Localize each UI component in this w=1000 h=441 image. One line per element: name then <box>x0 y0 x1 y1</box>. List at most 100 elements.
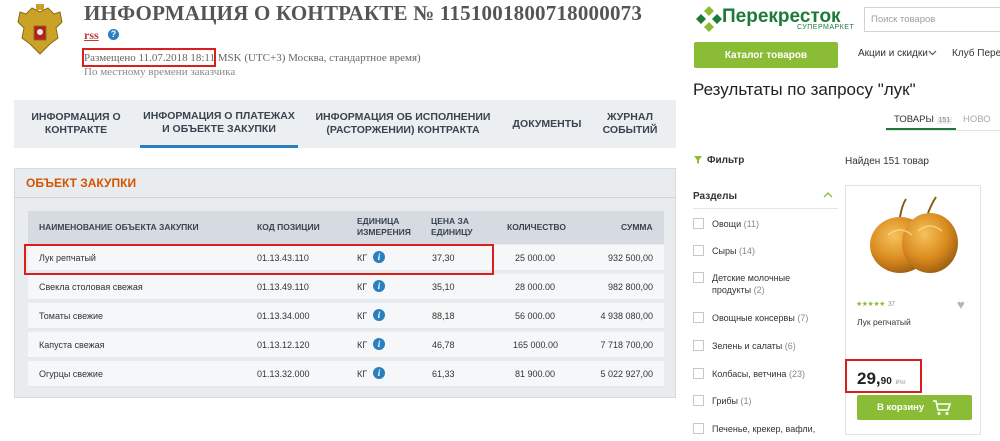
table-header: НАИМЕНОВАНИЕ ОБЪЕКТА ЗАКУПКИ КОД ПОЗИЦИИ… <box>28 211 664 244</box>
cell-name: Томаты свежие <box>39 311 104 321</box>
search-placeholder: Поиск товаров <box>871 14 936 25</box>
cell-name: Капуста свежая <box>39 340 105 350</box>
highlight-box-date <box>82 48 216 67</box>
local-time-note: По местному времени заказчика <box>84 66 236 78</box>
cell-qty: 56 000.00 <box>515 311 556 321</box>
tab-execution[interactable]: ИНФОРМАЦИЯ ОБ ИСПОЛНЕНИИ (РАСТОРЖЕНИИ) К… <box>310 100 496 148</box>
col-unit: ЕДИНИЦА ИЗМЕРЕНИЯ <box>357 216 411 237</box>
product-name[interactable]: Лук репчатый <box>857 317 911 327</box>
category-name: Грибы <box>712 396 739 406</box>
category-count: (23) <box>788 369 805 379</box>
tab-documents[interactable]: ДОКУМЕНТЫ <box>506 100 588 148</box>
category-name-line2: продукты <box>712 285 752 295</box>
category-label[interactable]: Печенье, крекер, вафли, <box>712 423 815 435</box>
category-label[interactable]: Овощные консервы (7) <box>712 312 808 324</box>
tab-payments-object[interactable]: ИНФОРМАЦИЯ О ПЛАТЕЖАХ И ОБЪЕКТЕ ЗАКУПКИ <box>140 100 298 148</box>
tab-label: ИНФОРМАЦИЯ О ПЛАТЕЖАХ И ОБЪЕКТЕ ЗАКУПКИ <box>143 109 295 135</box>
category-count: (1) <box>740 396 752 406</box>
category-checkbox[interactable] <box>693 245 704 256</box>
cell-sum: 7 718 700,00 <box>600 340 653 350</box>
tab-news[interactable]: НОВО <box>963 114 991 125</box>
col-name: НАИМЕНОВАНИЕ ОБЪЕКТА ЗАКУПКИ <box>39 222 199 232</box>
cell-code: 01.13.34.000 <box>257 311 310 321</box>
rss-link[interactable]: rss <box>84 28 99 43</box>
highlight-box-price <box>845 359 922 393</box>
category-name: Овощные консервы <box>712 313 795 323</box>
table-row[interactable]: Томаты свежие 01.13.34.000 КГ i 88,18 56… <box>28 303 664 330</box>
table-row[interactable]: Огурцы свежие 01.13.32.000 КГ i 61,33 81… <box>28 361 664 388</box>
category-name: Сыры <box>712 246 737 256</box>
cell-unit: КГ <box>357 340 368 350</box>
contract-tabs: ИНФОРМАЦИЯ О КОНТРАКТЕ ИНФОРМАЦИЯ О ПЛАТ… <box>14 100 676 148</box>
cart-label: В корзину <box>877 402 925 413</box>
category-checkbox[interactable] <box>693 312 704 323</box>
brand-subtitle: СУПЕРМАРКЕТ <box>797 24 855 31</box>
category-checkbox[interactable] <box>693 395 704 406</box>
cell-sum: 932 500,00 <box>607 253 653 263</box>
category-name: Овощи <box>712 219 742 229</box>
tab-label: ИНФОРМАЦИЯ О КОНТРАКТЕ <box>31 111 121 136</box>
col-code: КОД ПОЗИЦИИ <box>257 222 320 232</box>
nav-club[interactable]: Клуб Пере <box>952 48 1000 59</box>
chevron-up-icon[interactable] <box>823 190 833 203</box>
coat-of-arms-icon <box>17 4 63 55</box>
cell-sum: 5 022 927,00 <box>600 369 653 379</box>
tab-goods[interactable]: ТОВАРЫ 151 <box>894 114 953 125</box>
category-checkbox[interactable] <box>693 218 704 229</box>
cell-qty: 165 000.00 <box>513 340 559 350</box>
catalog-button[interactable]: Каталог товаров <box>694 42 838 68</box>
tab-label: ДОКУМЕНТЫ <box>512 117 582 130</box>
category-count: (2) <box>753 285 765 295</box>
table-row[interactable]: Свекла столовая свежая 01.13.49.110 КГ i… <box>28 274 664 301</box>
cell-sum: 4 938 080,00 <box>600 311 653 321</box>
cell-unit: КГ <box>357 369 368 379</box>
category-count: (7) <box>797 313 809 323</box>
category-label[interactable]: Колбасы, ветчина (23) <box>712 368 805 380</box>
cell-qty: 25 000.00 <box>515 253 556 263</box>
cell-price: 88,18 <box>432 311 455 321</box>
section-title: ОБЪЕКТ ЗАКУПКИ <box>26 176 137 190</box>
info-icon[interactable]: i <box>373 280 385 292</box>
category-checkbox[interactable] <box>693 423 704 434</box>
filter-icon[interactable] <box>694 156 702 164</box>
category-label[interactable]: Овощи (11) <box>712 218 759 230</box>
page-title: ИНФОРМАЦИЯ О КОНТРАКТЕ № 115100180071800… <box>84 1 643 25</box>
cell-name: Огурцы свежие <box>39 369 103 379</box>
info-icon[interactable]: i <box>373 309 385 321</box>
tab-goods-count: 151 <box>936 117 953 124</box>
cart-icon <box>933 400 952 415</box>
cell-price: 35,10 <box>432 282 455 292</box>
cell-unit: КГ <box>357 311 368 321</box>
info-icon[interactable]: i <box>373 367 385 379</box>
category-checkbox[interactable] <box>693 340 704 351</box>
chevron-down-icon[interactable] <box>928 48 937 59</box>
heart-icon[interactable]: ♥ <box>957 297 965 312</box>
category-label[interactable]: Сыры (14) <box>712 245 755 257</box>
help-icon[interactable]: ? <box>108 29 119 40</box>
col-sum: СУММА <box>621 222 653 232</box>
cell-name: Свекла столовая свежая <box>39 282 143 292</box>
category-count: (14) <box>738 246 755 256</box>
info-icon[interactable]: i <box>373 338 385 350</box>
tab-contract-info[interactable]: ИНФОРМАЦИЯ О КОНТРАКТЕ <box>20 100 132 148</box>
category-checkbox[interactable] <box>693 368 704 379</box>
tab-event-log[interactable]: ЖУРНАЛ СОБЫТИЙ <box>594 100 666 148</box>
cell-price: 46,78 <box>432 340 455 350</box>
table-row[interactable]: Капуста свежая 01.13.12.120 КГ i 46,78 1… <box>28 332 664 359</box>
category-count: (6) <box>784 341 796 351</box>
tab-goods-label: ТОВАРЫ <box>894 114 934 125</box>
star-icons: ★★★★★ <box>856 301 885 308</box>
cell-qty: 28 000.00 <box>515 282 556 292</box>
sections-heading[interactable]: Разделы <box>693 191 737 202</box>
category-checkbox[interactable] <box>693 272 704 283</box>
highlight-box-onion-row <box>24 244 494 275</box>
cell-code: 01.13.32.000 <box>257 369 310 379</box>
category-count: (11) <box>743 219 759 229</box>
category-label[interactable]: Зелень и салаты (6) <box>712 340 796 352</box>
col-qty: КОЛИЧЕСТВО <box>507 222 566 232</box>
nav-sales[interactable]: Акции и скидки <box>858 48 928 59</box>
category-label[interactable]: Грибы (1) <box>712 395 752 407</box>
filter-label[interactable]: Фильтр <box>707 155 744 166</box>
category-label[interactable]: Детские молочные продукты (2) <box>712 272 790 296</box>
category-name: Зелень и салаты <box>712 341 783 351</box>
